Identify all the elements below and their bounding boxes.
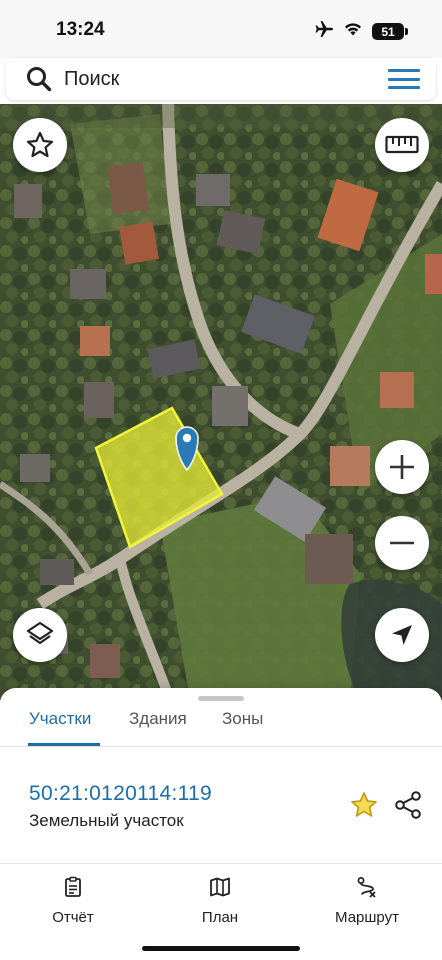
cadastral-number[interactable]: 50:21:0120114:119	[29, 782, 212, 806]
tab-zones[interactable]: Зоны	[222, 708, 263, 747]
report-icon	[18, 876, 128, 903]
sheet-drag-handle[interactable]	[198, 696, 244, 701]
nav-report[interactable]: Отчёт	[18, 876, 128, 927]
wifi-icon	[343, 21, 363, 42]
tab-bar: Участки Здания Зоны	[0, 708, 442, 747]
bottom-sheet: Участки Здания Зоны 50:21:0120114:119 Зе…	[0, 688, 442, 960]
home-indicator	[142, 946, 300, 951]
map-view[interactable]	[0, 104, 442, 700]
route-icon	[312, 876, 422, 903]
ruler-icon[interactable]	[375, 118, 429, 172]
tab-parcels[interactable]: Участки	[29, 708, 91, 747]
nav-divider	[0, 863, 442, 864]
battery-icon: 51	[372, 23, 408, 40]
map-icon	[165, 876, 275, 903]
airplane-icon	[314, 20, 334, 43]
parcel-type: Земельный участок	[29, 811, 184, 830]
search-input[interactable]	[64, 67, 364, 91]
zoom-in-icon[interactable]	[375, 440, 429, 494]
search-icon[interactable]	[26, 66, 52, 97]
hamburger-menu-icon[interactable]	[388, 67, 420, 91]
zoom-out-icon[interactable]	[375, 516, 429, 570]
status-icons: 51	[314, 20, 408, 43]
star-icon[interactable]	[349, 790, 379, 825]
active-tab-indicator	[28, 743, 100, 746]
search-bar	[6, 58, 436, 100]
nav-route-label: Маршрут	[335, 909, 399, 926]
nav-report-label: Отчёт	[52, 909, 94, 926]
status-bar: 13:24 51	[0, 0, 442, 58]
tab-buildings[interactable]: Здания	[129, 708, 187, 747]
satellite-imagery	[0, 104, 442, 700]
location-arrow-icon[interactable]	[375, 608, 429, 662]
nav-route[interactable]: Маршрут	[312, 876, 422, 927]
share-icon[interactable]	[394, 790, 422, 825]
status-time: 13:24	[56, 19, 105, 40]
favorites-star-icon[interactable]	[13, 118, 67, 172]
layers-icon[interactable]	[13, 608, 67, 662]
nav-plan[interactable]: План	[165, 876, 275, 927]
nav-plan-label: План	[201, 909, 239, 926]
